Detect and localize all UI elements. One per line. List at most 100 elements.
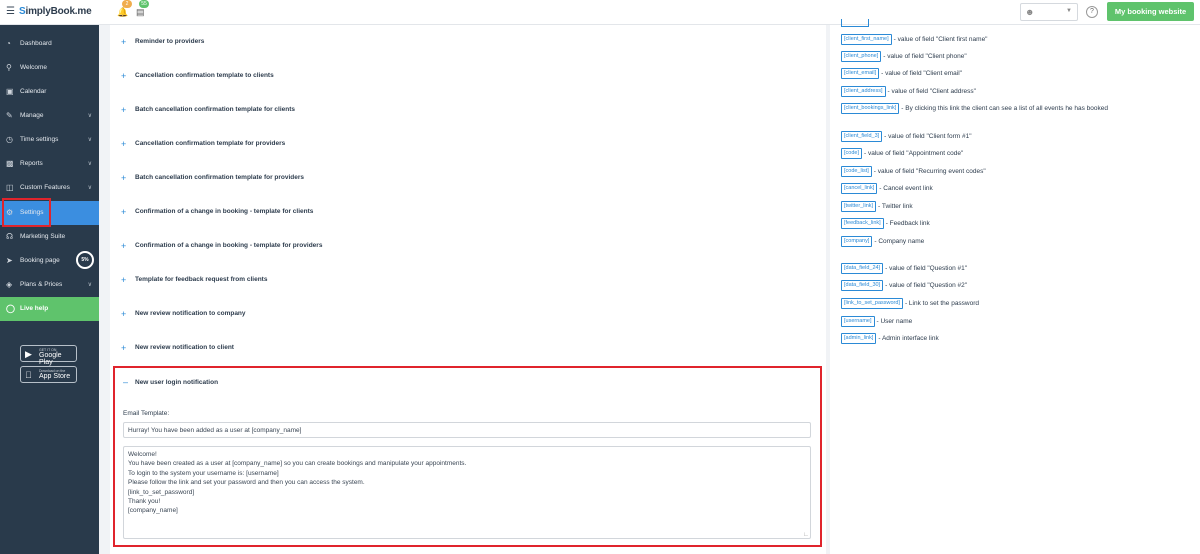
sidebar-item-dashboard[interactable]: ◔ Dashboard [0,32,99,56]
variable-tag[interactable]: [client_email] [841,68,880,79]
variable-row: [twitter_link] - Twitter link [841,201,913,213]
bell-icon[interactable]: 🔔 [117,7,128,17]
section-title[interactable]: New user login notification [135,379,218,386]
chat-icon: ◯ [6,304,15,313]
apple-icon:  [25,370,32,380]
variable-tag[interactable]: [client_bookings_link] [841,103,900,114]
notification-badge: 2 [122,0,132,8]
chevron-down-icon: ∨ [87,282,92,288]
variable-row: [client_field_3] - value of field "Client… [841,131,972,143]
variable-tag[interactable]: [company] [841,236,873,247]
minus-icon[interactable]: – [123,377,128,387]
variable-tag[interactable]: [client_phone] [841,51,882,62]
chevron-down-icon: ∨ [87,161,92,167]
sidebar-item-label: Reports [20,160,43,167]
variable-row: [cancel_link] - Cancel event link [841,183,933,195]
variable-row: [client_email] - value of field "Client e… [841,68,962,80]
variable-row: [link_to_set_password] - Link to set the … [841,298,979,310]
variable-tag[interactable]: [feedback_link] [841,218,884,229]
sidebar-item-marketing-suite[interactable]: ☊ Marketing Suite [0,225,99,249]
accordion-item[interactable]: + Cancellation confirmation template to c… [110,66,826,86]
sidebar-item-label: Live help [20,305,49,312]
body-line: To login to the system your username is:… [128,469,279,477]
sidebar-item-welcome[interactable]: ⚲ Welcome [0,56,99,80]
chevron-down-icon: ▼ [1066,8,1072,14]
chevron-down-icon: ∨ [87,185,92,191]
email-template-label: Email Template: [123,410,170,417]
sidebar-item-label: Booking page [20,257,60,264]
accordion-item[interactable]: + Reminder to providers [110,32,826,52]
variable-tag[interactable]: [client_first_name] [841,34,892,45]
plus-icon: + [121,173,127,183]
sidebar-item-time-settings[interactable]: ◷ Time settings ∨ [0,128,99,152]
booking-page-progress: 5% [76,251,94,269]
puzzle-icon: ◫ [6,183,14,192]
variable-tag[interactable]: [link_to_set_password] [841,298,903,309]
tasks-icon[interactable]: ▤ [136,7,145,17]
sidebar-item-reports[interactable]: ▩ Reports ∨ [0,152,99,176]
sidebar-item-booking-page[interactable]: ➤ Booking page 5% [0,249,99,273]
my-booking-website-button[interactable]: My booking website [1107,2,1194,21]
resize-grip-icon[interactable]: ∟ [803,532,809,538]
sidebar-item-calendar[interactable]: ▣ Calendar [0,80,99,104]
google-play-icon: ▶ [25,349,32,359]
sidebar-item-label: Calendar [20,88,47,95]
user-dropdown[interactable]: ☻ ▼ [1020,3,1078,21]
top-bar: ☰ SimplyBook.me 🔔 2 ▤ 55 ☻ ▼ ? My bookin… [0,0,1200,25]
variable-tag[interactable]: [code] [841,148,862,159]
accordion-item[interactable]: + Cancellation confirmation template for … [110,134,826,154]
clock-icon: ◷ [6,135,13,144]
plus-icon: + [121,241,127,251]
variable-tag[interactable]: [twitter_link] [841,201,877,212]
body-line: Please follow the link and set your pass… [128,479,365,487]
accordion-item[interactable]: + Batch cancellation confirmation templat… [110,100,826,120]
sidebar-item-custom-features[interactable]: ◫ Custom Features ∨ [0,176,99,200]
body-line: Welcome! [128,451,157,458]
variable-row: [client_address] - value of field "Client… [841,86,976,98]
accordion-item[interactable]: + Template for feedback request from clie… [110,270,826,290]
accordion-item[interactable]: + Batch cancellation confirmation templat… [110,168,826,188]
app-store-button[interactable]:  Download on the App Store [20,366,77,383]
variable-tag[interactable]: [data_field_24] [841,263,884,274]
chevron-down-icon: ∨ [87,113,92,119]
sidebar-item-label: Welcome [20,64,47,71]
sidebar-item-manage[interactable]: ✎ Manage ∨ [0,104,99,128]
google-play-button[interactable]: ▶ GET IT ON Google Play [20,345,77,366]
variable-tag[interactable]: [code_list] [841,166,872,177]
sidebar-item-label: Time settings [20,136,59,143]
notification-templates-panel: + Reminder to providers + Cancellation con… [110,25,826,554]
megaphone-icon: ☊ [6,232,14,241]
variable-row: [client_phone] - value of field "Client p… [841,51,967,63]
variable-tag[interactable]: [username] [841,316,875,327]
help-button[interactable]: ? [1086,6,1098,18]
template-variables-panel: [client_first_name] - value of field "Cli… [830,19,1200,554]
variable-tag[interactable]: [cancel_link] [841,183,878,194]
sidebar-item-live-help[interactable]: ◯ Live help [0,297,99,321]
variable-tag[interactable]: [client_field_3] [841,131,883,142]
accordion-item[interactable]: + Confirmation of a change in booking - t… [110,236,826,256]
logo[interactable]: SimplyBook.me [19,6,92,17]
plus-icon: + [121,343,127,353]
variable-tag[interactable]: [data_field_30] [841,280,884,291]
tasks-badge: 55 [139,0,149,8]
variable-row: [data_field_30] - value of field "Questio… [841,280,967,292]
variable-row: [client_bookings_link] - By clicking this… [841,103,1108,115]
variable-row: [data_field_24] - value of field "Questio… [841,263,967,275]
hamburger-menu-icon[interactable]: ☰ [6,7,15,17]
accordion-item[interactable]: + New review notification to company [110,304,826,324]
plus-icon: + [121,309,127,319]
variable-tag[interactable]: [client_address] [841,86,886,97]
sidebar-item-label: Plans & Prices [20,281,63,288]
calendar-icon: ▣ [6,87,14,96]
variable-row: [feedback_link] - Feedback link [841,218,930,230]
email-subject-input[interactable] [123,422,811,438]
accordion-item[interactable]: + New review notification to client [110,338,826,358]
variable-row: [admin_link] - Admin interface link [841,333,939,345]
user-icon: ☻ [1025,7,1035,17]
sidebar-item-plans-prices[interactable]: ◈ Plans & Prices ∨ [0,273,99,297]
email-body-textarea[interactable]: Welcome! You have been created as a user… [123,446,811,539]
chart-icon: ▩ [6,159,14,168]
accordion-item[interactable]: + Confirmation of a change in booking - t… [110,202,826,222]
variable-tag[interactable]: [admin_link] [841,333,877,344]
edit-icon: ✎ [6,111,13,120]
